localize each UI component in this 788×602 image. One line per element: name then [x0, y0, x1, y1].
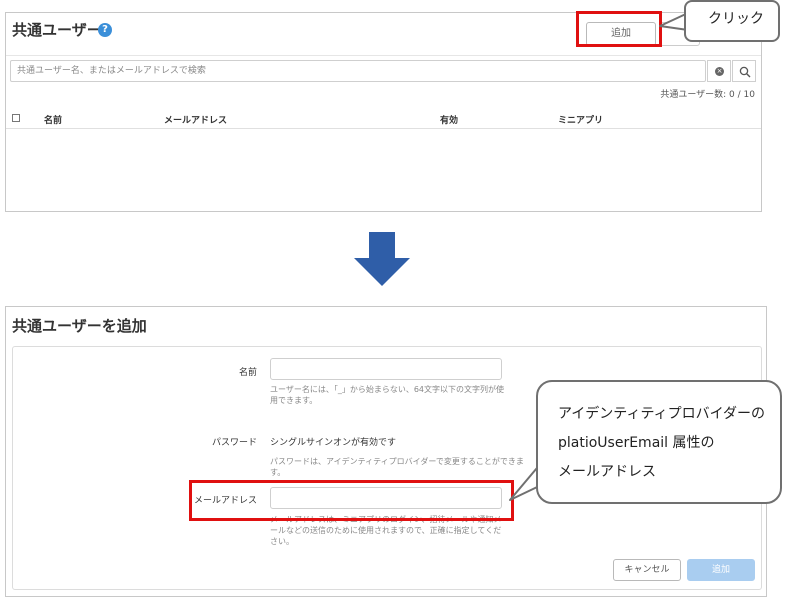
password-hint: パスワードは、アイデンティティプロバイダーで変更することができます。	[270, 457, 524, 477]
email-field-highlight	[189, 480, 514, 521]
password-status: シングルサインオンが有効です	[270, 438, 397, 448]
name-hint: ユーザー名には、「_」から始まらない、64文字以下の文字列が使用できます。	[270, 385, 505, 405]
click-callout: クリック	[684, 0, 780, 42]
user-count: 共通ユーザー数: 0 / 10	[660, 90, 755, 100]
callout-line: アイデンティティプロバイダーの	[558, 406, 766, 422]
divider	[6, 55, 761, 56]
table-header: 名前 メールアドレス 有効 ミニアプリ	[6, 109, 761, 129]
click-callout-text: クリック	[708, 11, 764, 27]
add-button-highlight	[576, 11, 662, 47]
select-all-checkbox[interactable]	[12, 114, 20, 122]
column-header-name[interactable]: 名前	[44, 113, 62, 126]
search-input[interactable]: 共通ユーザー名、またはメールアドレスで検索	[10, 60, 706, 82]
column-header-miniapp[interactable]: ミニアプリ	[558, 113, 603, 126]
cancel-button[interactable]: キャンセル	[613, 559, 681, 581]
search-button[interactable]	[732, 60, 756, 82]
name-label: 名前	[238, 368, 257, 378]
search-icon	[739, 66, 751, 78]
callout-line: メールアドレス	[558, 464, 656, 480]
callout-line: platioUserEmail 属性の	[558, 435, 715, 451]
password-label: パスワード	[211, 438, 257, 448]
clear-search-button[interactable]: ×	[707, 60, 731, 82]
column-header-email[interactable]: メールアドレス	[164, 113, 227, 126]
dialog-title: 共通ユーザーを追加	[12, 317, 147, 335]
email-attribute-callout: アイデンティティプロバイダーの platioUserEmail 属性の メールア…	[536, 380, 782, 504]
column-header-enabled[interactable]: 有効	[440, 113, 458, 126]
submit-add-button[interactable]: 追加	[687, 559, 755, 581]
page-title: 共通ユーザー	[12, 21, 102, 39]
name-field[interactable]	[270, 358, 502, 380]
clear-icon: ×	[715, 67, 724, 76]
help-icon[interactable]: ?	[98, 23, 112, 37]
down-arrow-icon	[354, 232, 410, 286]
